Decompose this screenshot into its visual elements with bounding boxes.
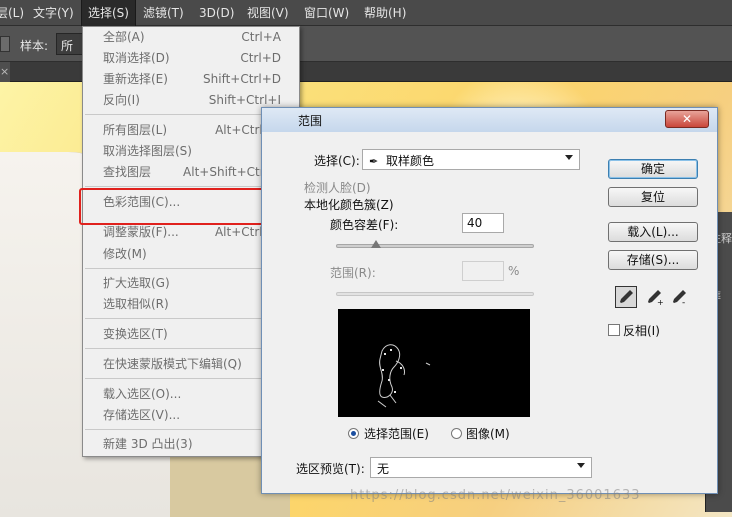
fuzziness-slider-track[interactable] <box>336 244 534 248</box>
range-unit: % <box>508 264 520 278</box>
fuzziness-slider-thumb[interactable] <box>370 240 381 248</box>
menu-item-label: 调整蒙版(F)... <box>103 225 179 239</box>
eyedropper-subtract-icon[interactable]: - <box>668 286 690 308</box>
save-button[interactable]: 存储(S)... <box>608 250 698 270</box>
radio-image[interactable] <box>451 428 462 439</box>
sample-label: 样本: <box>20 39 49 53</box>
reset-button[interactable]: 复位 <box>608 187 698 207</box>
menu-item-label: 新建 3D 凸出(3) <box>103 437 193 451</box>
menu-item-label: 反向(I) <box>103 93 140 107</box>
svg-text:-: - <box>682 298 685 307</box>
menu-item-label: 在快速蒙版模式下编辑(Q) <box>103 357 242 371</box>
radio-image-label: 图像(M) <box>466 427 510 441</box>
menu-3d[interactable]: 3D(D) <box>199 0 234 26</box>
chevron-down-icon <box>577 463 585 468</box>
menu-item-deselect[interactable]: 取消选择(D) Ctrl+D <box>83 48 299 68</box>
detect-faces-label[interactable]: 检测人脸(D) <box>304 179 371 196</box>
select-label: 选择(C): <box>314 154 360 168</box>
menu-item-label: 载入选区(O)... <box>103 387 182 401</box>
fuzziness-label: 颜色容差(F): <box>330 218 399 232</box>
radio-selection[interactable] <box>348 428 359 439</box>
menu-type[interactable]: 文字(Y) <box>33 0 74 26</box>
selection-preview-dropdown[interactable]: 无 <box>370 457 592 478</box>
menu-item-reselect[interactable]: 重新选择(E) Shift+Ctrl+D <box>83 69 299 89</box>
close-tab-icon[interactable]: × <box>0 62 10 82</box>
color-range-dialog: 范围 ✕ 选择(C): ✒ 取样颜色 检测人脸(D) 本地化颜色簇(Z) 颜色容… <box>261 107 718 494</box>
menu-item-label: 所有图层(L) <box>103 123 168 137</box>
menu-item-label: 全部(A) <box>103 30 145 44</box>
select-mode-value: 取样颜色 <box>386 154 435 168</box>
range-label: 范围(R): <box>330 266 376 280</box>
menu-window[interactable]: 窗口(W) <box>304 0 349 26</box>
eyedropper-add-icon[interactable]: + <box>643 286 665 308</box>
eyedropper-small-icon: ✒ <box>369 155 379 168</box>
invert-label: 反相(I) <box>623 324 660 338</box>
menu-bar: 层(L) 文字(Y) 选择(S) 滤镜(T) 3D(D) 视图(V) 窗口(W)… <box>0 0 732 27</box>
menu-item-label: 查找图层 <box>103 165 152 179</box>
selection-preview-image <box>338 309 530 417</box>
invert-checkbox[interactable] <box>608 324 620 336</box>
menu-item-label: 取消选择图层(S) <box>103 144 192 158</box>
chevron-down-icon <box>565 155 573 160</box>
localized-clusters-label[interactable]: 本地化颜色簇(Z) <box>304 196 394 213</box>
menu-item-shortcut: Ctrl+A <box>241 30 281 44</box>
menu-item-label: 选取相似(R) <box>103 297 169 311</box>
menu-view[interactable]: 视图(V) <box>247 0 289 26</box>
ok-button[interactable]: 确定 <box>608 159 698 179</box>
load-button[interactable]: 载入(L)... <box>608 222 698 242</box>
menu-item-all[interactable]: 全部(A) Ctrl+A <box>83 27 299 47</box>
menu-select[interactable]: 选择(S) <box>81 0 136 27</box>
range-input[interactable] <box>462 261 504 281</box>
menu-item-label: 修改(M) <box>103 247 147 261</box>
menu-item-shortcut: Ctrl+D <box>240 51 281 65</box>
dialog-title: 范围 <box>298 114 323 128</box>
dialog-title-bar[interactable]: 范围 ✕ <box>262 108 717 132</box>
menu-layer[interactable]: 层(L) <box>0 0 24 26</box>
menu-help[interactable]: 帮助(H) <box>364 0 406 26</box>
tool-preset-icon[interactable] <box>0 36 10 52</box>
preview-mask-shape <box>377 344 431 408</box>
close-icon[interactable]: ✕ <box>665 110 709 128</box>
fuzziness-input[interactable]: 40 <box>462 213 504 233</box>
menu-item-label: 变换选区(T) <box>103 327 168 341</box>
menu-item-label: 重新选择(E) <box>103 72 168 86</box>
selection-preview-value: 无 <box>377 462 390 476</box>
radio-selection-label: 选择范围(E) <box>364 427 429 441</box>
eyedropper-icon[interactable] <box>615 286 637 308</box>
menu-item-label: 取消选择(D) <box>103 51 170 65</box>
menu-item-shortcut: Shift+Ctrl+D <box>203 72 281 86</box>
watermark-text: https://blog.csdn.net/weixin_36001633 <box>350 488 641 503</box>
select-mode-dropdown[interactable]: ✒ 取样颜色 <box>362 149 580 170</box>
menu-item-label: 扩大选取(G) <box>103 276 170 290</box>
menu-filter[interactable]: 滤镜(T) <box>143 0 184 26</box>
svg-text:+: + <box>657 298 664 307</box>
range-slider-track[interactable] <box>336 292 534 296</box>
menu-item-label: 存储选区(V)... <box>103 408 181 422</box>
selection-preview-label: 选区预览(T): <box>296 462 365 476</box>
